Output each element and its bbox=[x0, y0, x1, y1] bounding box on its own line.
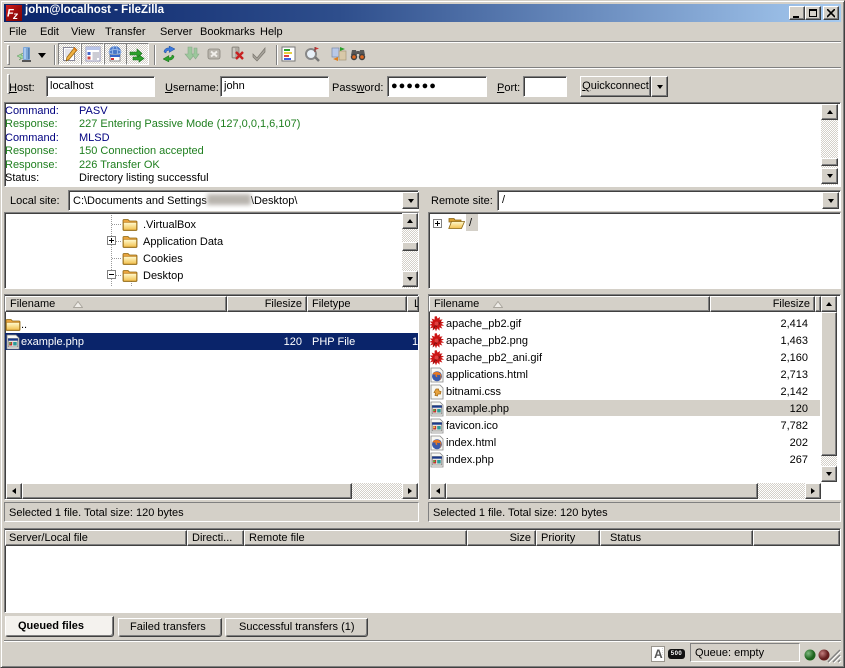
svg-text:z: z bbox=[12, 11, 18, 21]
